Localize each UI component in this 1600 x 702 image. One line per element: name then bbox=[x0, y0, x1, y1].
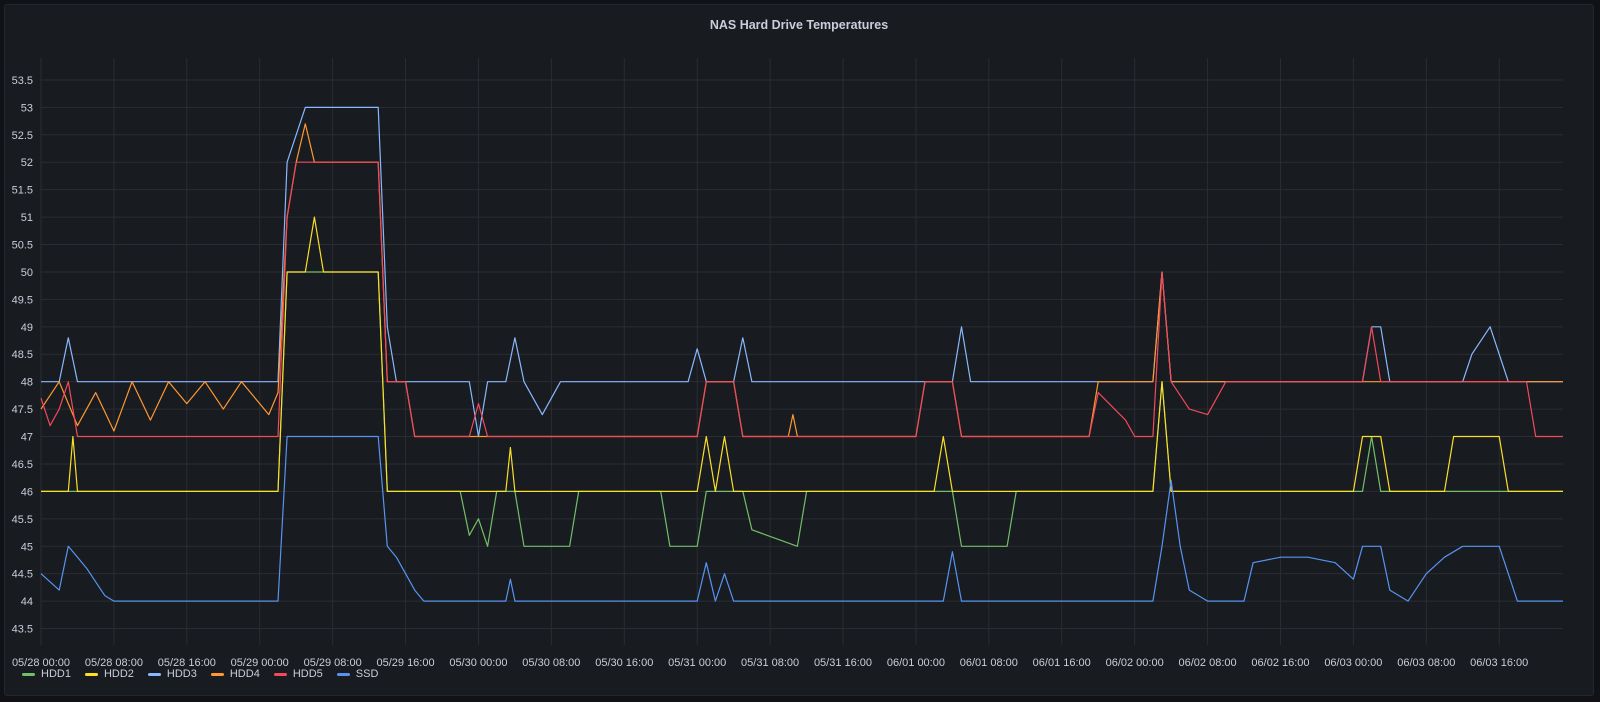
y-tick-label: 53 bbox=[21, 102, 33, 114]
y-tick-label: 46.5 bbox=[12, 459, 33, 471]
y-tick-label: 48.5 bbox=[12, 349, 33, 361]
y-tick-label: 43.5 bbox=[12, 624, 33, 636]
legend-label: HDD5 bbox=[292, 668, 323, 680]
x-tick-label: 06/02 00:00 bbox=[1106, 657, 1164, 669]
x-tick-label: 06/01 16:00 bbox=[1033, 657, 1091, 669]
legend-item-ssd[interactable]: SSD bbox=[336, 668, 379, 680]
x-tick-label: 05/31 08:00 bbox=[741, 657, 799, 669]
legend-item-hdd1[interactable]: HDD1 bbox=[22, 668, 71, 680]
y-tick-label: 52 bbox=[21, 157, 33, 169]
y-tick-label: 45 bbox=[21, 541, 33, 553]
y-tick-label: 46 bbox=[21, 486, 33, 498]
legend-swatch bbox=[336, 672, 350, 676]
y-tick-label: 51.5 bbox=[12, 185, 33, 197]
y-tick-label: 52.5 bbox=[12, 130, 33, 142]
y-tick-label: 53.5 bbox=[12, 75, 33, 87]
x-tick-label: 06/02 16:00 bbox=[1251, 657, 1309, 669]
x-tick-label: 05/31 16:00 bbox=[814, 657, 872, 669]
y-axis-ticks: 43.5 44 44.5 45 45.5 46 46.5 47 47.5 48 48.5 49 49.5… bbox=[12, 75, 33, 636]
chart-legend: HDD1 HDD2 HDD3 HDD4 HDD5 SSD bbox=[22, 667, 378, 681]
legend-swatch bbox=[22, 672, 35, 676]
y-tick-label: 49 bbox=[21, 322, 33, 334]
legend-label: HDD2 bbox=[103, 668, 134, 680]
y-tick-label: 49.5 bbox=[12, 294, 33, 306]
legend-item-hdd4[interactable]: HDD4 bbox=[210, 668, 260, 680]
temperature-chart: 43.5 44 44.5 45 45.5 46 46.5 47 47.5 48 48.5 49 49.5… bbox=[12, 58, 1563, 669]
y-tick-label: 44 bbox=[21, 596, 33, 608]
x-tick-label: 05/30 00:00 bbox=[449, 657, 507, 669]
legend-label: HDD4 bbox=[229, 668, 260, 680]
y-tick-label: 50.5 bbox=[12, 240, 33, 252]
legend-label: HDD3 bbox=[166, 668, 197, 680]
y-tick-label: 47.5 bbox=[12, 404, 33, 416]
x-tick-label: 06/03 00:00 bbox=[1324, 657, 1382, 669]
y-tick-label: 47 bbox=[21, 432, 33, 444]
x-tick-label: 05/31 00:00 bbox=[668, 657, 726, 669]
x-tick-label: 06/01 08:00 bbox=[960, 657, 1018, 669]
legend-swatch bbox=[210, 672, 224, 676]
legend-label: SSD bbox=[355, 668, 379, 680]
x-tick-label: 05/30 08:00 bbox=[522, 657, 580, 669]
y-tick-label: 51 bbox=[21, 212, 33, 224]
legend-item-hdd2[interactable]: HDD2 bbox=[84, 668, 134, 680]
series-line-hdd4 bbox=[40, 123, 1563, 438]
y-tick-label: 48 bbox=[21, 377, 33, 389]
x-tick-label: 05/29 16:00 bbox=[376, 657, 434, 669]
legend-swatch bbox=[84, 672, 98, 676]
y-tick-label: 50 bbox=[21, 267, 33, 279]
grid-lines bbox=[40, 58, 1563, 645]
legend-swatch bbox=[273, 672, 287, 676]
x-tick-label: 06/02 08:00 bbox=[1179, 657, 1237, 669]
legend-item-hdd3[interactable]: HDD3 bbox=[147, 668, 197, 680]
legend-swatch bbox=[147, 672, 161, 676]
x-tick-label: 05/30 16:00 bbox=[595, 657, 653, 669]
y-tick-label: 44.5 bbox=[12, 569, 33, 581]
legend-item-hdd5[interactable]: HDD5 bbox=[273, 668, 323, 680]
x-tick-label: 06/03 08:00 bbox=[1397, 657, 1455, 669]
legend-label: HDD1 bbox=[41, 668, 71, 680]
x-tick-label: 06/01 00:00 bbox=[887, 657, 945, 669]
x-tick-label: 06/03 16:00 bbox=[1470, 657, 1528, 669]
y-tick-label: 45.5 bbox=[12, 514, 33, 526]
